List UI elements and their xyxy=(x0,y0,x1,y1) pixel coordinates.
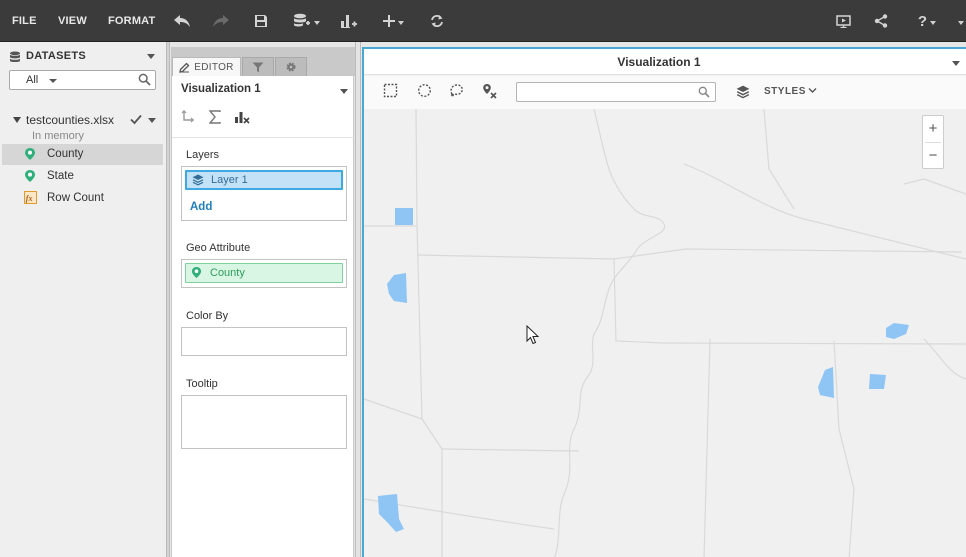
redo-icon xyxy=(211,8,231,34)
dataset-file[interactable]: testcounties.xlsx xyxy=(0,112,166,130)
dataset-item-label: State xyxy=(47,170,74,182)
visualization-title-caret-icon[interactable] xyxy=(952,61,960,66)
search-icon[interactable] xyxy=(698,86,710,98)
layers-icon[interactable] xyxy=(736,85,750,99)
menu-view[interactable]: VIEW xyxy=(58,15,87,27)
geo-attribute-dropzone[interactable]: County xyxy=(181,259,347,288)
overflow-caret-icon[interactable] xyxy=(956,8,966,34)
editor-divider xyxy=(172,137,355,138)
refresh-icon[interactable] xyxy=(428,8,446,34)
datasets-title: DATASETS xyxy=(26,50,87,62)
dataset-item-state[interactable]: State xyxy=(2,166,163,187)
dataset-filter-search[interactable]: All xyxy=(9,70,156,90)
color-by-label: Color By xyxy=(186,310,229,322)
tooltip-dropzone[interactable] xyxy=(181,395,347,449)
dataset-item-row-count[interactable]: fx Row Count xyxy=(2,188,163,209)
menu-format[interactable]: FORMAT xyxy=(108,15,155,27)
geo-attribute-pill[interactable]: County xyxy=(185,263,343,283)
chart-options-icon[interactable] xyxy=(234,110,250,124)
visualization-title[interactable]: Visualization 1 xyxy=(364,55,954,69)
visualization-menu-caret-icon[interactable] xyxy=(340,89,348,94)
dataset-item-label: Row Count xyxy=(47,192,104,204)
tab-settings[interactable] xyxy=(275,57,307,76)
dataset-file-menu-caret-icon[interactable] xyxy=(148,118,156,123)
county-shape[interactable] xyxy=(869,374,886,389)
save-icon[interactable] xyxy=(252,8,270,34)
chevron-down-icon[interactable] xyxy=(808,86,817,95)
lasso-select-icon[interactable] xyxy=(449,83,464,98)
map-background xyxy=(364,109,966,557)
editor-tabbar: EDITOR xyxy=(172,47,355,76)
map-toolbar: STYLES xyxy=(364,76,966,109)
map-base xyxy=(364,109,966,557)
zoom-in-button[interactable]: + xyxy=(923,116,943,142)
add-visualization-icon[interactable] xyxy=(339,8,359,34)
geo-attribute-value: County xyxy=(210,267,245,279)
dataset-file-name[interactable]: testcounties.xlsx xyxy=(26,113,114,127)
editor-splitter[interactable] xyxy=(355,42,361,557)
search-icon[interactable] xyxy=(138,73,151,86)
zoom-control: + − xyxy=(922,115,944,169)
layers-label: Layers xyxy=(186,149,220,161)
filter-icon xyxy=(252,62,264,72)
database-icon xyxy=(10,51,20,63)
tooltip-label: Tooltip xyxy=(186,378,218,390)
geo-pin-icon xyxy=(25,170,35,182)
clear-selection-icon[interactable] xyxy=(482,83,498,99)
dataset-item-label: County xyxy=(47,148,84,160)
datasets-splitter[interactable] xyxy=(166,42,170,557)
rectangle-select-icon[interactable] xyxy=(383,83,398,98)
dataset-filter-value[interactable]: All xyxy=(26,74,38,86)
undo-icon[interactable] xyxy=(172,8,192,34)
datasets-panel: DATASETS All testcounties.xlsx In memory… xyxy=(0,42,166,557)
tab-filter[interactable] xyxy=(242,57,274,76)
layers-dropzone[interactable]: Layer 1 Add xyxy=(181,166,347,221)
layer-name: Layer 1 xyxy=(211,174,248,186)
geo-pin-icon xyxy=(191,267,202,278)
chevron-down-icon[interactable] xyxy=(49,79,57,83)
add-icon[interactable] xyxy=(380,8,406,34)
top-toolbar: FILE VIEW FORMAT ? xyxy=(0,0,966,42)
formula-icon: fx xyxy=(24,191,37,204)
map-canvas[interactable]: + − xyxy=(364,109,966,557)
gear-icon xyxy=(286,62,296,72)
menu-file[interactable]: FILE xyxy=(12,15,37,27)
visualization-panel: Visualization 1 STYLES + − xyxy=(362,47,966,557)
styles-button[interactable]: STYLES xyxy=(764,86,806,97)
dataset-status: In memory xyxy=(32,130,84,142)
dataset-item-county[interactable]: County xyxy=(2,144,163,165)
map-search-input[interactable] xyxy=(516,82,716,102)
editor-visualization-name: Visualization 1 xyxy=(181,83,261,95)
swap-axes-icon[interactable] xyxy=(181,110,195,124)
help-icon[interactable]: ? xyxy=(914,8,940,34)
layers-icon xyxy=(192,174,204,186)
editor-panel: EDITOR Visualization 1 Layers Layer 1 Ad… xyxy=(171,47,355,557)
datasets-header: DATASETS xyxy=(9,49,159,65)
present-icon[interactable] xyxy=(834,8,852,34)
add-data-icon[interactable] xyxy=(291,8,321,34)
add-layer-link[interactable]: Add xyxy=(190,201,212,213)
tab-editor[interactable]: EDITOR xyxy=(172,57,241,76)
sigma-icon[interactable] xyxy=(209,110,221,124)
pencil-icon xyxy=(179,62,190,73)
geo-attribute-label: Geo Attribute xyxy=(186,242,251,254)
geo-pin-icon xyxy=(25,148,35,160)
layer-pill[interactable]: Layer 1 xyxy=(185,170,343,190)
tab-editor-label: EDITOR xyxy=(194,61,234,73)
svg-text:fx: fx xyxy=(26,194,33,203)
datasets-menu-caret-icon[interactable] xyxy=(147,54,155,59)
county-shape[interactable] xyxy=(395,208,413,225)
zoom-out-button[interactable]: − xyxy=(923,143,943,169)
color-by-dropzone[interactable] xyxy=(181,327,347,356)
share-icon[interactable] xyxy=(872,8,890,34)
circle-select-icon[interactable] xyxy=(417,83,432,98)
expand-icon[interactable] xyxy=(13,117,21,123)
visualization-titlebar: Visualization 1 xyxy=(364,49,966,75)
help-label: ? xyxy=(917,12,928,30)
mouse-cursor-icon xyxy=(526,325,540,345)
check-icon xyxy=(130,114,142,125)
